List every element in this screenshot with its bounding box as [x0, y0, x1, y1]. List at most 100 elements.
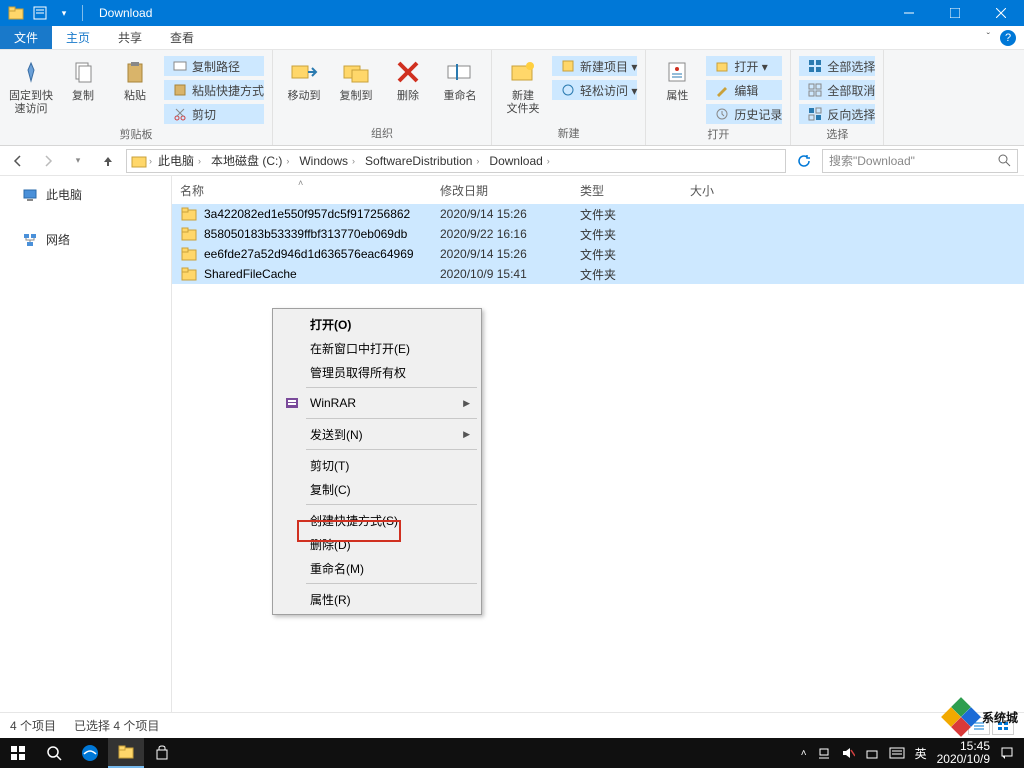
store-button[interactable]: [144, 738, 180, 768]
ctx-open-new-window[interactable]: 在新窗口中打开(E): [276, 336, 478, 360]
breadcrumb-seg[interactable]: 本地磁盘 (C:)›: [207, 152, 293, 169]
tab-share[interactable]: 共享: [104, 26, 156, 49]
breadcrumb[interactable]: › 此电脑› 本地磁盘 (C:)› Windows› SoftwareDistr…: [126, 149, 786, 173]
paste-button[interactable]: 粘贴: [112, 54, 158, 103]
tray-keyboard-icon[interactable]: [889, 747, 905, 759]
edit-button[interactable]: 编辑: [706, 80, 782, 100]
ctx-winrar[interactable]: WinRAR▶: [276, 391, 478, 415]
col-size[interactable]: 大小: [690, 182, 760, 199]
tray-clock[interactable]: 15:45 2020/10/9: [937, 740, 990, 766]
properties-icon[interactable]: [30, 3, 50, 23]
copy-to-button[interactable]: 复制到: [333, 54, 379, 103]
ctx-rename[interactable]: 重命名(M): [276, 556, 478, 580]
sidebar-this-pc[interactable]: 此电脑: [0, 182, 171, 207]
copy-icon: [67, 56, 99, 88]
close-button[interactable]: [978, 0, 1024, 26]
tray-volume-icon[interactable]: [841, 746, 855, 760]
forward-button[interactable]: [36, 149, 60, 173]
paste-shortcut-button[interactable]: 粘贴快捷方式: [164, 80, 264, 100]
ctx-cut[interactable]: 剪切(T): [276, 453, 478, 477]
search-button[interactable]: [36, 738, 72, 768]
tray-notifications-icon[interactable]: [1000, 746, 1014, 760]
history-icon: [714, 106, 730, 122]
cut-icon: [172, 106, 188, 122]
select-none-button[interactable]: 全部取消: [799, 80, 875, 100]
ctx-send-to[interactable]: 发送到(N)▶: [276, 422, 478, 446]
watermark: 系统城: [944, 700, 1018, 734]
new-item-button[interactable]: 新建项目 ▾: [552, 56, 637, 76]
copy-button[interactable]: 复制: [60, 54, 106, 103]
statusbar: 4 个项目 已选择 4 个项目: [0, 712, 1024, 738]
search-input[interactable]: 搜索"Download": [822, 149, 1018, 173]
col-type[interactable]: 类型: [580, 182, 690, 199]
sidebar-network[interactable]: 网络: [0, 227, 171, 252]
ctx-copy[interactable]: 复制(C): [276, 477, 478, 501]
col-name[interactable]: 名称: [180, 182, 440, 199]
shortcut-icon: [172, 82, 188, 98]
folder-icon: [180, 206, 198, 222]
select-none-icon: [807, 82, 823, 98]
ctx-open[interactable]: 打开(O): [276, 312, 478, 336]
back-button[interactable]: [6, 149, 30, 173]
tray-ime[interactable]: 英: [915, 745, 927, 762]
minimize-button[interactable]: [886, 0, 932, 26]
table-row[interactable]: ee6fde27a52d946d1d636576eac649692020/9/1…: [172, 244, 1024, 264]
tray-chevron-icon[interactable]: ˄: [801, 748, 807, 759]
cut-button[interactable]: 剪切: [164, 104, 264, 124]
col-date[interactable]: 修改日期: [440, 182, 580, 199]
easy-access-icon: [560, 82, 576, 98]
rename-icon: [444, 56, 476, 88]
tray-security-icon[interactable]: [865, 746, 879, 760]
recent-dropdown[interactable]: ▾: [66, 149, 90, 173]
pin-icon: [15, 56, 47, 88]
table-row[interactable]: 3a422082ed1e550f957dc5f9172568622020/9/1…: [172, 204, 1024, 224]
breadcrumb-seg[interactable]: Download›: [485, 154, 553, 168]
invert-selection-button[interactable]: 反向选择: [799, 104, 875, 124]
new-folder-button[interactable]: 新建 文件夹: [500, 54, 546, 116]
group-organize-label: 组织: [371, 123, 393, 145]
help-icon[interactable]: ?: [1000, 30, 1016, 46]
group-clipboard-label: 剪贴板: [120, 124, 153, 146]
breadcrumb-seg[interactable]: 此电脑›: [154, 152, 205, 169]
edge-button[interactable]: [72, 738, 108, 768]
open-button[interactable]: 打开 ▾: [706, 56, 782, 76]
ribbon: 固定到快 速访问 复制 粘贴 复制路径 粘贴快捷方式 剪切 剪贴板 移动到 复制…: [0, 50, 1024, 146]
maximize-button[interactable]: [932, 0, 978, 26]
winrar-icon: [284, 395, 300, 411]
history-button[interactable]: 历史记录: [706, 104, 782, 124]
refresh-button[interactable]: [792, 149, 816, 173]
window-title: Download: [99, 6, 152, 20]
tab-file[interactable]: 文件: [0, 26, 52, 49]
start-button[interactable]: [0, 738, 36, 768]
ctx-properties[interactable]: 属性(R): [276, 587, 478, 611]
ctx-delete[interactable]: 删除(D): [276, 532, 478, 556]
breadcrumb-seg[interactable]: SoftwareDistribution›: [361, 154, 483, 168]
delete-button[interactable]: 删除: [385, 54, 431, 103]
easy-access-button[interactable]: 轻松访问 ▾: [552, 80, 637, 100]
ctx-create-shortcut[interactable]: 创建快捷方式(S): [276, 508, 478, 532]
group-select-label: 选择: [826, 124, 848, 146]
group-new-label: 新建: [558, 123, 580, 145]
tray-network-icon[interactable]: [817, 746, 831, 760]
tab-view[interactable]: 查看: [156, 26, 208, 49]
explorer-button[interactable]: [108, 738, 144, 768]
folder-icon: [180, 226, 198, 242]
select-all-button[interactable]: 全部选择: [799, 56, 875, 76]
pin-quick-access-button[interactable]: 固定到快 速访问: [8, 54, 54, 116]
properties-button[interactable]: 属性: [654, 54, 700, 103]
table-row[interactable]: 858050183b53339ffbf313770eb069db2020/9/2…: [172, 224, 1024, 244]
copy-path-button[interactable]: 复制路径: [164, 56, 264, 76]
context-menu: 打开(O) 在新窗口中打开(E) 管理员取得所有权 WinRAR▶ 发送到(N)…: [272, 308, 482, 615]
breadcrumb-seg[interactable]: Windows›: [295, 154, 359, 168]
ribbon-collapse-icon[interactable]: ˇ: [987, 32, 990, 43]
status-count: 4 个项目: [10, 717, 56, 734]
rename-button[interactable]: 重命名: [437, 54, 483, 103]
table-row[interactable]: SharedFileCache2020/10/9 15:41文件夹: [172, 264, 1024, 284]
open-icon: [714, 58, 730, 74]
qat-dropdown-icon[interactable]: ▾: [54, 3, 74, 23]
up-button[interactable]: [96, 149, 120, 173]
taskbar: ˄ 英 15:45 2020/10/9: [0, 738, 1024, 768]
move-to-button[interactable]: 移动到: [281, 54, 327, 103]
ctx-take-ownership[interactable]: 管理员取得所有权: [276, 360, 478, 384]
tab-home[interactable]: 主页: [52, 26, 104, 49]
